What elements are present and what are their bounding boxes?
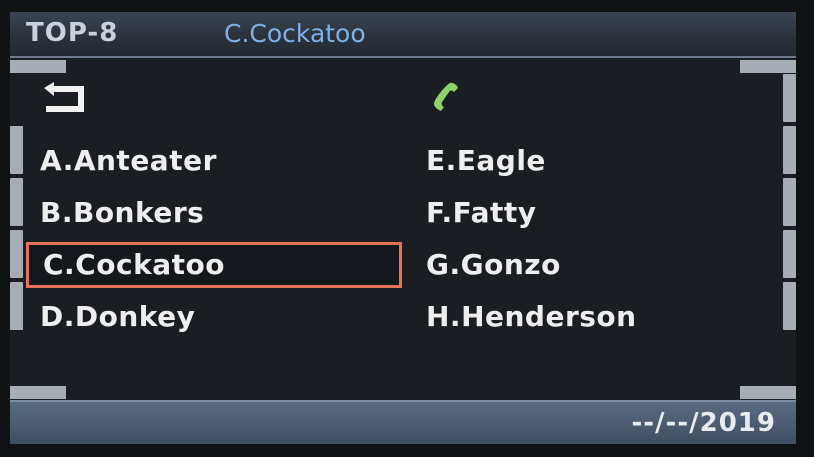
contact-item-f[interactable]: F.Fatty [426, 190, 766, 236]
contact-label: A.Anteater [40, 144, 217, 177]
phone-icon [434, 82, 458, 111]
contact-item-a[interactable]: A.Anteater [40, 138, 410, 184]
contact-item-h[interactable]: H.Henderson [426, 294, 766, 340]
left-softkey-tab-4[interactable] [10, 282, 23, 330]
left-softkey-tab-2[interactable] [10, 178, 23, 226]
contact-list-area: A.Anteater B.Bonkers C.Cockatoo D.Donkey… [10, 58, 796, 399]
contact-item-g[interactable]: G.Gonzo [426, 242, 766, 288]
corner-cap-bottom-right [740, 386, 796, 399]
right-softkey-tab-1[interactable] [783, 126, 796, 174]
selected-contact-title: C.Cockatoo [224, 19, 366, 48]
contact-label: H.Henderson [426, 300, 637, 333]
corner-cap-bottom-left [10, 386, 66, 399]
left-softkey-tab-3[interactable] [10, 230, 23, 278]
contact-label: D.Donkey [40, 300, 196, 333]
header-bar: TOP-8 C.Cockatoo [10, 12, 796, 58]
display-bezel: TOP-8 C.Cockatoo A.Anteater B.Bonkers C.… [0, 0, 814, 457]
contact-item-e[interactable]: E.Eagle [426, 138, 766, 184]
back-arrow-icon[interactable] [40, 78, 90, 118]
date-display: --/--/2019 [631, 408, 776, 438]
status-footer: --/--/2019 [10, 400, 796, 444]
right-softkey-tab-4[interactable] [783, 282, 796, 330]
corner-cap-top-right [740, 60, 796, 73]
right-softkey-tab-2[interactable] [783, 178, 796, 226]
right-softkey-tab-0[interactable] [783, 74, 796, 122]
contact-label: F.Fatty [426, 196, 537, 229]
contact-label: E.Eagle [426, 144, 546, 177]
contact-item-d[interactable]: D.Donkey [40, 294, 410, 340]
corner-cap-top-left [10, 60, 66, 73]
contact-label: C.Cockatoo [43, 248, 225, 281]
contact-item-c-selected[interactable]: C.Cockatoo [26, 242, 402, 288]
menu-title: TOP-8 [26, 18, 119, 48]
left-softkey-tab-1[interactable] [10, 126, 23, 174]
contact-item-b[interactable]: B.Bonkers [40, 190, 410, 236]
right-softkey-tab-3[interactable] [783, 230, 796, 278]
screen: TOP-8 C.Cockatoo A.Anteater B.Bonkers C.… [10, 12, 796, 444]
contact-label: G.Gonzo [426, 248, 561, 281]
contact-label: B.Bonkers [40, 196, 205, 229]
